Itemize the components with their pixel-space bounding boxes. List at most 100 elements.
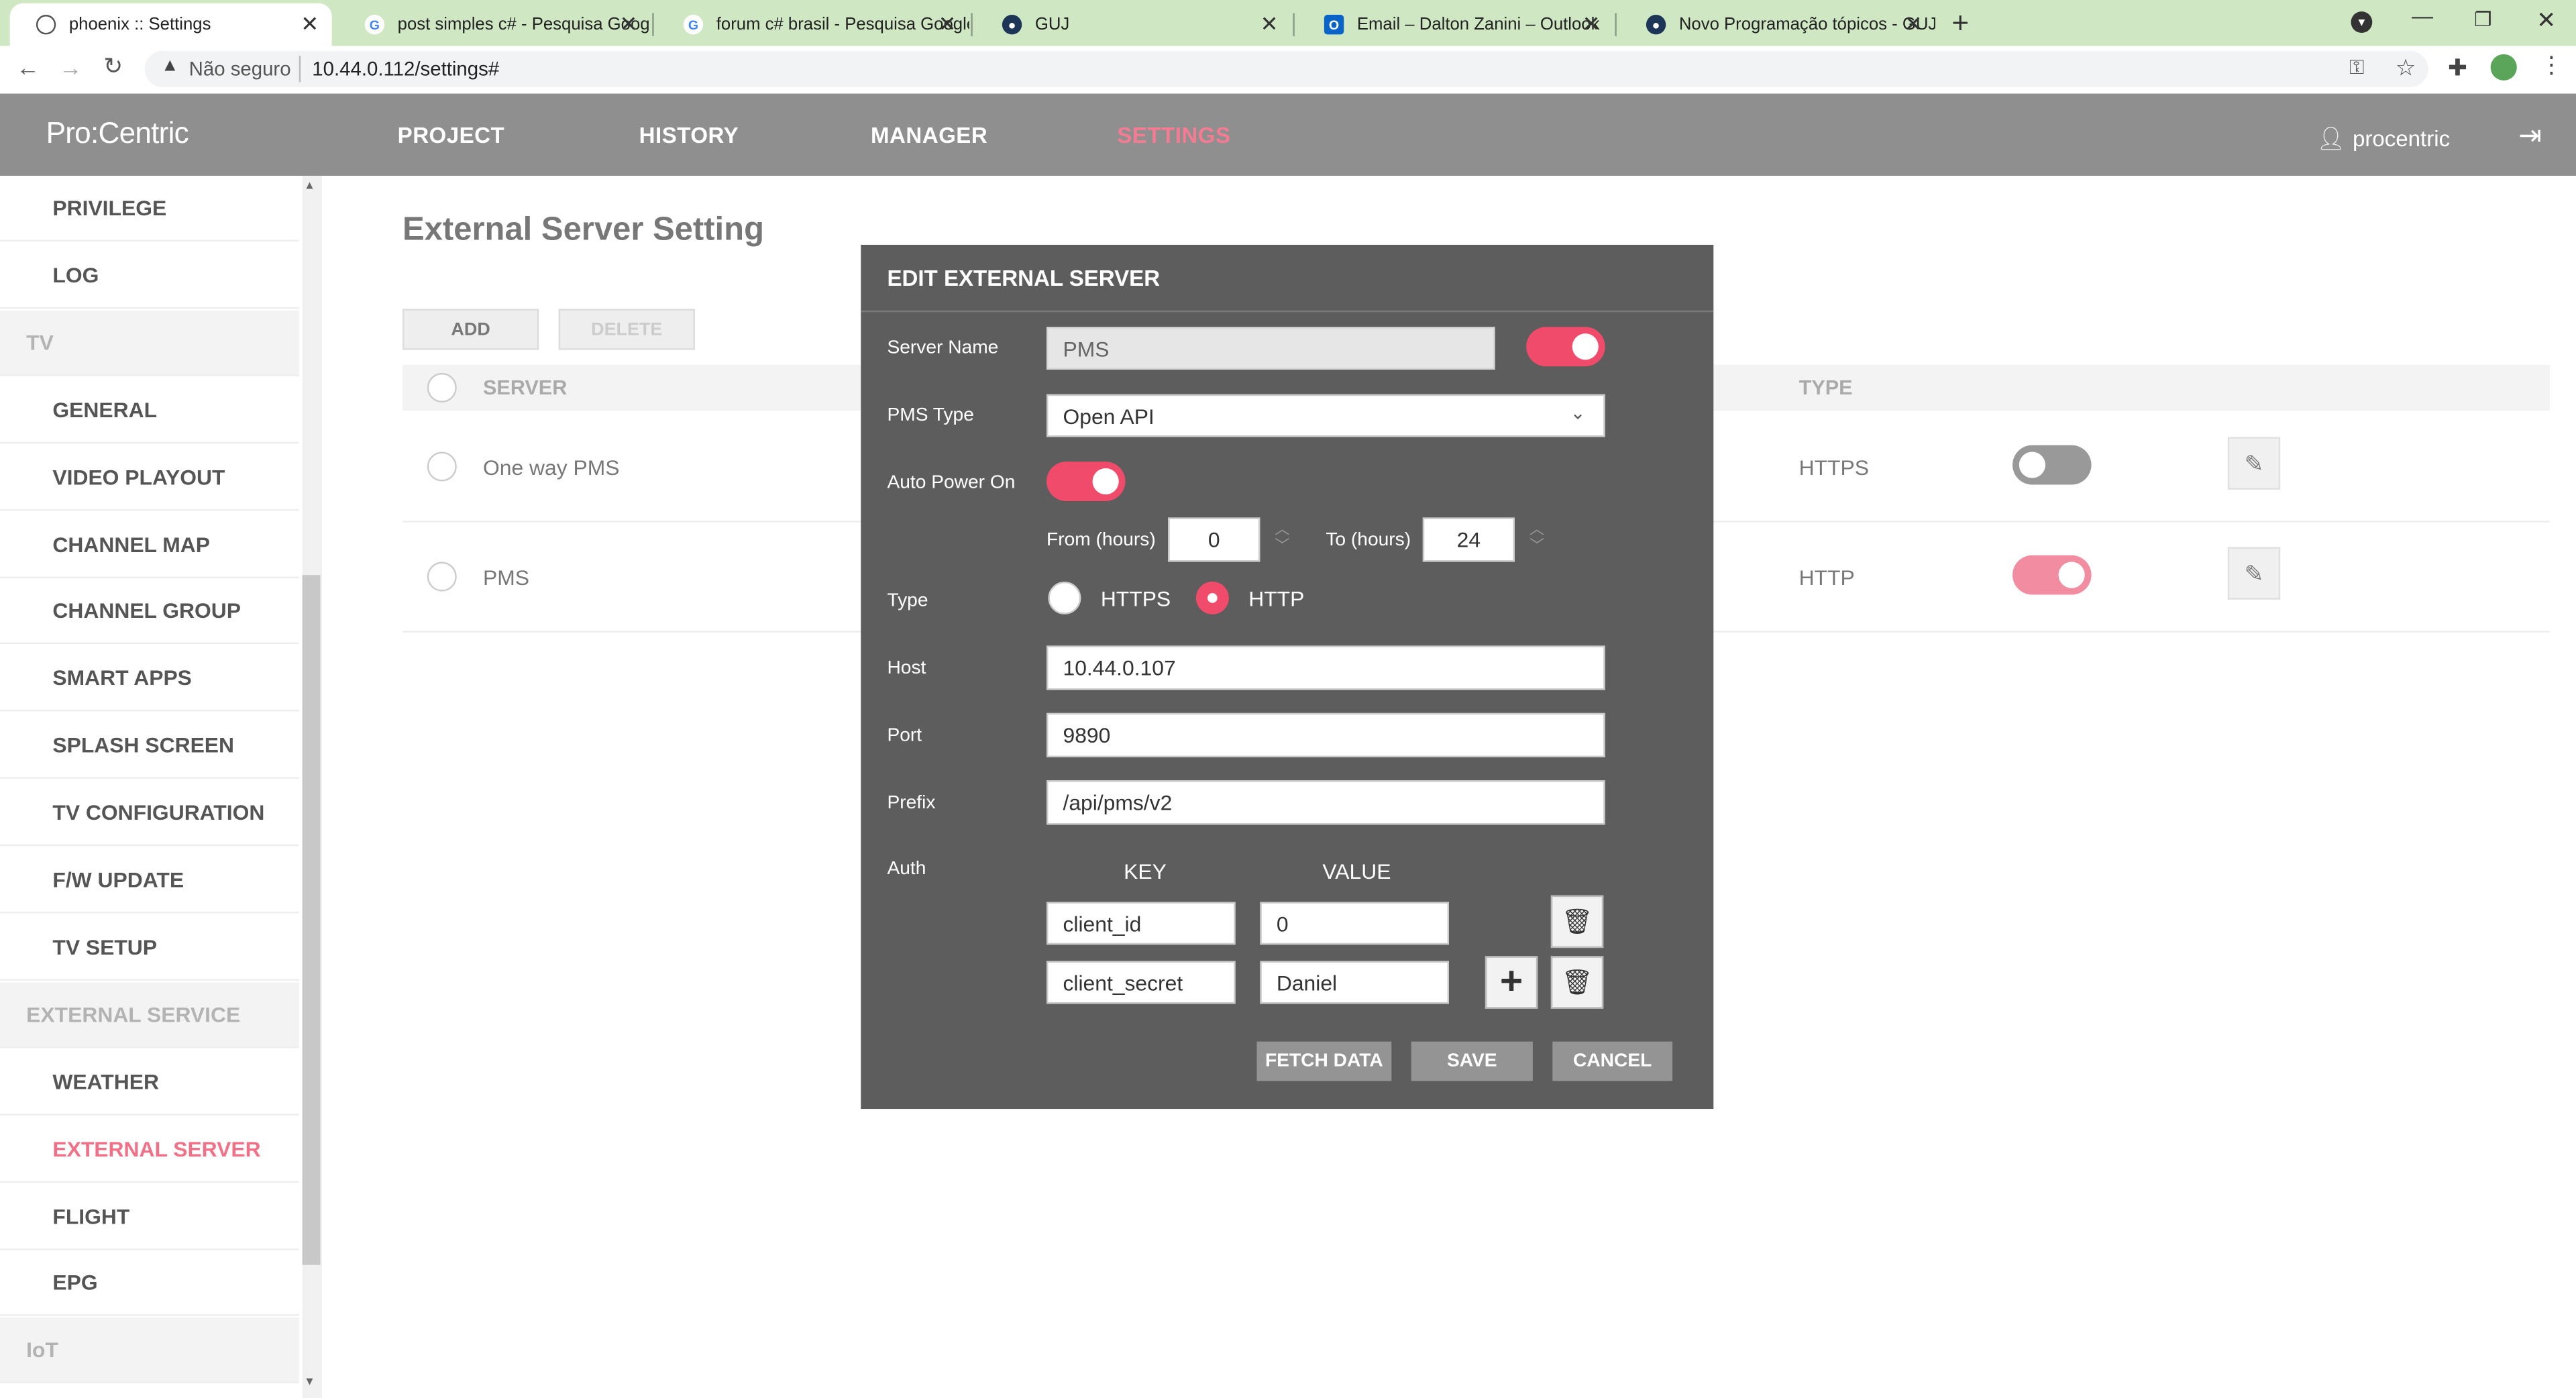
auto-power-toggle[interactable] xyxy=(1046,462,1126,501)
sidebar-item-channel-group[interactable]: CHANNEL GROUP xyxy=(0,579,299,645)
sidebar-item-smart-apps[interactable]: SMART APPS xyxy=(0,646,299,712)
new-tab-icon[interactable]: + xyxy=(1951,7,1969,41)
nav-settings[interactable]: SETTINGS xyxy=(1117,123,1230,148)
sidebar-group-tv: TV xyxy=(0,310,299,376)
type-http-radio[interactable] xyxy=(1195,581,1229,614)
select-all-radio[interactable] xyxy=(427,372,457,403)
save-button[interactable]: SAVE xyxy=(1411,1041,1533,1081)
reload-icon[interactable]: ↻ xyxy=(103,52,123,80)
edit-button[interactable]: ✎ xyxy=(2227,547,2281,600)
close-window-icon[interactable]: ✕ xyxy=(2536,7,2556,35)
fetch-data-button[interactable]: FETCH DATA xyxy=(1256,1041,1392,1081)
menu-icon[interactable]: ⋮ xyxy=(2540,51,2563,79)
sidebar-item-video-playout[interactable]: VIDEO PLAYOUT xyxy=(0,445,299,510)
user-icon: 👤︎ xyxy=(2316,125,2346,152)
scroll-up-icon[interactable]: ▲ xyxy=(304,180,315,192)
logout-icon[interactable]: ⇥ xyxy=(2518,120,2542,153)
browser-tab[interactable]: O Email – Dalton Zanini – Outlook ✕ xyxy=(1298,3,1613,46)
row-select-radio[interactable] xyxy=(427,451,457,482)
edit-button[interactable]: ✎ xyxy=(2227,437,2281,490)
auth-value-input[interactable]: 0 xyxy=(1260,902,1450,945)
tab-search-icon[interactable]: ▾ xyxy=(2351,11,2373,33)
omnibox[interactable]: ▲ Não seguro 10.44.0.112/settings# ⚿ ☆ xyxy=(144,50,2428,87)
browser-tab[interactable]: G forum c# brasil - Pesquisa Google ✕ xyxy=(657,3,969,46)
auth-value-input[interactable]: Daniel xyxy=(1260,961,1450,1004)
auth-label: Auth xyxy=(887,859,926,879)
tab-separator xyxy=(652,13,654,36)
key-icon[interactable]: ⚿ xyxy=(2349,56,2364,80)
back-icon[interactable]: ← xyxy=(16,54,39,80)
row-type: HTTP xyxy=(1799,565,1855,590)
prefix-input[interactable]: /api/pms/v2 xyxy=(1046,780,1605,825)
host-input[interactable]: 10.44.0.107 xyxy=(1046,645,1605,690)
sidebar-scrollbar-thumb[interactable] xyxy=(302,575,321,1265)
minimize-icon[interactable]: — xyxy=(2412,3,2433,28)
add-auth-button[interactable]: + xyxy=(1485,956,1538,1009)
extensions-icon[interactable]: ✚ xyxy=(2448,54,2467,83)
row-enable-toggle[interactable] xyxy=(2012,555,2092,595)
delete-button[interactable]: DELETE xyxy=(558,309,695,350)
browser-tab[interactable]: ● Novo Programação tópicos - GUJ ✕ xyxy=(1620,3,1935,46)
omnibox-divider xyxy=(299,56,301,83)
pms-type-select[interactable]: Open API ⌄ xyxy=(1046,394,1605,437)
add-button[interactable]: ADD xyxy=(402,309,539,350)
cancel-button[interactable]: CANCEL xyxy=(1552,1041,1673,1081)
globe-icon xyxy=(36,15,56,35)
close-icon[interactable]: ✕ xyxy=(1260,11,1279,38)
sidebar-group-iot: IoT xyxy=(0,1318,299,1384)
port-input[interactable]: 9890 xyxy=(1046,712,1605,757)
sidebar-item-tv-setup[interactable]: TV SETUP xyxy=(0,915,299,981)
google-icon: G xyxy=(683,15,704,35)
row-select-radio[interactable] xyxy=(427,561,457,592)
edit-server-modal: EDIT EXTERNAL SERVER Server Name PMS PMS… xyxy=(861,244,1714,1110)
nav-project[interactable]: PROJECT xyxy=(398,123,505,148)
pms-type-label: PMS Type xyxy=(887,405,974,426)
forward-icon[interactable]: → xyxy=(59,54,82,80)
row-enable-toggle[interactable] xyxy=(2012,445,2092,485)
nav-manager[interactable]: MANAGER xyxy=(871,123,987,148)
sidebar-item-privilege[interactable]: PRIVILEGE xyxy=(0,176,299,242)
restore-icon[interactable]: ❐ xyxy=(2474,8,2491,31)
from-hours-input[interactable]: 0 xyxy=(1168,517,1260,562)
server-name-field[interactable]: PMS xyxy=(1046,327,1495,370)
sidebar-item-flight[interactable]: FLIGHT xyxy=(0,1183,299,1250)
close-icon[interactable]: ✕ xyxy=(301,11,319,38)
host-label: Host xyxy=(887,659,926,679)
column-server: SERVER xyxy=(483,376,568,400)
browser-tab[interactable]: G post simples c# - Pesquisa Google ✕ xyxy=(338,3,651,46)
delete-auth-button[interactable]: 🗑︎ xyxy=(1550,895,1604,949)
nav-history[interactable]: HISTORY xyxy=(639,123,739,148)
close-icon[interactable]: ✕ xyxy=(619,11,637,38)
sidebar-item-weather[interactable]: WEATHER xyxy=(0,1049,299,1116)
scroll-down-icon[interactable]: ▼ xyxy=(304,1377,315,1388)
type-https-radio[interactable] xyxy=(1048,581,1081,614)
sidebar-item-tv-configuration[interactable]: TV CONFIGURATION xyxy=(0,780,299,847)
to-hours-input[interactable]: 24 xyxy=(1422,517,1515,562)
username[interactable]: procentric xyxy=(2353,127,2450,152)
browser-tab[interactable]: ● GUJ ✕ xyxy=(976,3,1291,46)
to-hours-stepper[interactable]: ︿ ﹀ xyxy=(1529,521,1544,553)
from-hours-stepper[interactable]: ︿ ﹀ xyxy=(1275,521,1289,553)
sidebar-item-general[interactable]: GENERAL xyxy=(0,378,299,443)
auth-key-input[interactable]: client_secret xyxy=(1046,961,1236,1004)
from-hours-label: From (hours) xyxy=(1046,531,1156,551)
auth-key-input[interactable]: client_id xyxy=(1046,902,1236,945)
sidebar-item-f-w-update[interactable]: F/W UPDATE xyxy=(0,848,299,914)
server-name-label: Server Name xyxy=(887,338,999,358)
sidebar-item-splash-screen[interactable]: SPLASH SCREEN xyxy=(0,713,299,779)
server-enable-toggle[interactable] xyxy=(1526,327,1605,367)
app-header: Pro:Centric PROJECT HISTORY MANAGER SETT… xyxy=(0,93,2576,176)
delete-auth-button[interactable]: 🗑︎ xyxy=(1550,956,1604,1009)
address-bar-row: ← → ↻ ▲ Não seguro 10.44.0.112/settings#… xyxy=(0,46,2576,96)
star-icon[interactable]: ☆ xyxy=(2396,54,2416,83)
sidebar-item-external-server[interactable]: EXTERNAL SERVER xyxy=(0,1116,299,1183)
sidebar-item-epg[interactable]: EPG xyxy=(0,1251,299,1317)
profile-avatar-icon[interactable] xyxy=(2490,54,2517,81)
close-icon[interactable]: ✕ xyxy=(1582,11,1601,38)
sidebar-item-log[interactable]: LOG xyxy=(0,243,299,309)
close-icon[interactable]: ✕ xyxy=(1904,11,1923,38)
sidebar-item-channel-map[interactable]: CHANNEL MAP xyxy=(0,512,299,578)
page-title: External Server Setting xyxy=(402,211,765,248)
browser-tab[interactable]: phoenix :: Settings ✕ xyxy=(9,3,332,46)
close-icon[interactable]: ✕ xyxy=(938,11,957,38)
